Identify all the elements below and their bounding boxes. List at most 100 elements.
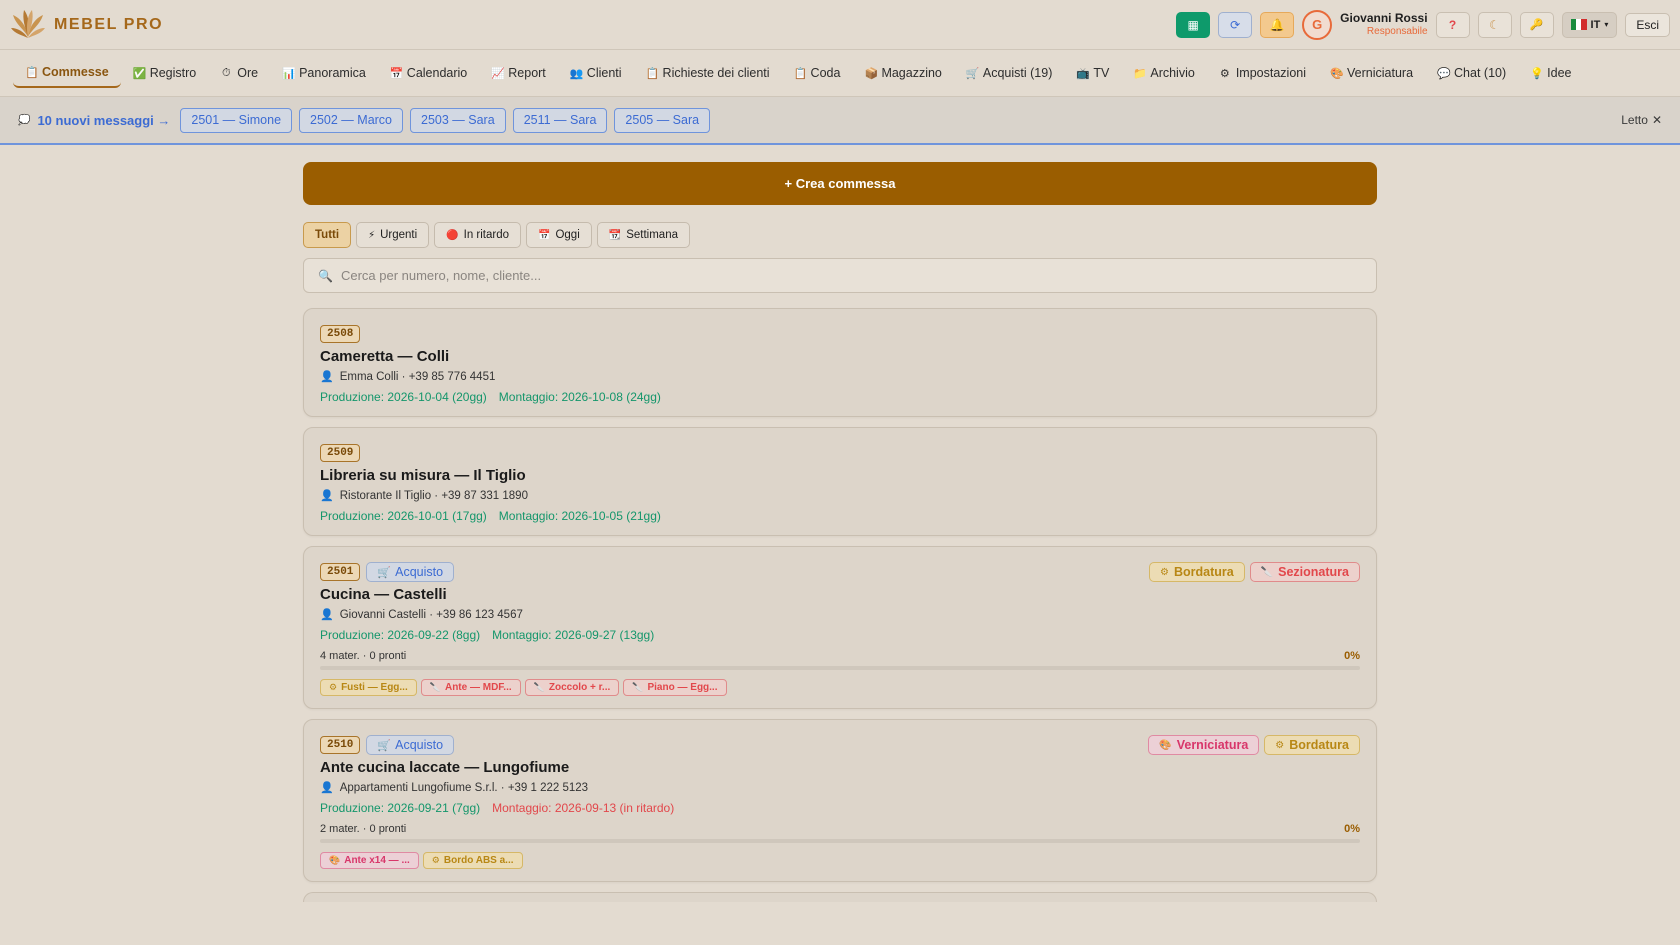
- message-chip[interactable]: 2501 — Simone: [180, 107, 293, 133]
- material-tag[interactable]: 🎨 Ante x14 — ...: [320, 852, 419, 869]
- material-tags: 🎨 Ante x14 — ... ⚙ Bordo ABS a...: [320, 852, 1360, 869]
- trend-icon: 📈: [491, 67, 505, 80]
- stage-label: Verniciatura: [1176, 738, 1249, 752]
- nav-item-label: Chat (10): [1454, 66, 1507, 80]
- purchase-badge[interactable]: 🛒 Acquisto: [366, 562, 455, 582]
- new-messages-link[interactable]: 10 nuovi messaggi →: [37, 113, 170, 128]
- nav-item-acquisti-19[interactable]: 🛒 Acquisti (19): [954, 59, 1064, 87]
- nav-item-clienti[interactable]: 👥 Clienti: [558, 59, 634, 87]
- language-select[interactable]: IT ▾: [1561, 11, 1618, 38]
- card-header: 2501 🛒 Acquisto ⚙ Bordatura 🔪 Sezionatura: [320, 561, 1360, 583]
- order-card[interactable]: 2510 🛒 Acquisto 🎨 Verniciatura ⚙ Bordatura Ante…: [303, 719, 1377, 882]
- materials-summary: 2 mater. · 0 pronti: [320, 823, 407, 835]
- nav-item-report[interactable]: 📈 Report: [479, 59, 558, 87]
- search-input[interactable]: [340, 268, 1362, 283]
- material-label: Fusti — Egg...: [341, 682, 408, 693]
- nav-item-commesse[interactable]: 📋 Commesse: [13, 58, 121, 88]
- progress-percent: 0%: [1344, 650, 1360, 662]
- clipboard-icon: 📋: [645, 67, 660, 80]
- material-tag[interactable]: ⚙ Fusti — Egg...: [320, 679, 417, 696]
- nav-item-label: Calendario: [406, 66, 468, 80]
- message-chip[interactable]: 2503 — Sara: [410, 107, 506, 133]
- top-bar: MEBEL PRO ▦ ⟳ 🔔 G Giovanni Rossi Respons…: [0, 0, 1680, 50]
- clipboard-icon: 📋: [793, 67, 808, 80]
- filter-tutti-button[interactable]: Tutti: [303, 222, 352, 248]
- order-card[interactable]: 2508 Cameretta — Colli 👤 Emma Colli · +39 8…: [303, 308, 1377, 417]
- nav-item-magazzino[interactable]: 📦 Magazzino: [852, 59, 953, 87]
- purchase-badge[interactable]: 🛒 Acquisto: [366, 735, 455, 755]
- nav-item-archivio[interactable]: 📁 Archivio: [1121, 59, 1206, 87]
- nav-item-chat-10[interactable]: 💬 Chat (10): [1425, 59, 1518, 87]
- client-info: 👤 Appartamenti Lungofiume S.r.l. · +39 1 …: [320, 781, 1360, 795]
- knife-icon: 🔪: [533, 682, 545, 692]
- nav-item-label: Idee: [1547, 66, 1572, 80]
- stage-label: Bordatura: [1289, 738, 1349, 752]
- mark-read-button[interactable]: Letto ✕: [1621, 113, 1662, 127]
- create-order-button[interactable]: + Crea commessa: [303, 162, 1377, 205]
- check-icon: ✅: [132, 67, 147, 80]
- nav-item-tv[interactable]: 📺 TV: [1064, 59, 1121, 87]
- person-icon: 👤: [320, 609, 334, 621]
- order-number: 2508: [320, 325, 361, 343]
- order-card[interactable]: 2509 Libreria su misura — Il Tiglio 👤 Risto…: [303, 427, 1377, 536]
- stage-label: Sezionatura: [1278, 565, 1349, 579]
- filter-urgenti-button[interactable]: ⚡ Urgenti: [356, 222, 430, 248]
- stage-label: Bordatura: [1173, 565, 1234, 579]
- filter-icon: ⚡: [368, 229, 376, 241]
- chevron-down-icon: ▾: [1604, 20, 1609, 29]
- nav-item-label: Report: [508, 66, 546, 80]
- bell-icon: 🔔: [1269, 17, 1285, 32]
- assembly-date: Montaggio: 2026-10-05 (21gg): [498, 509, 661, 523]
- logout-button[interactable]: Esci: [1625, 12, 1670, 37]
- nav-item-verniciatura[interactable]: 🎨 Verniciatura: [1318, 59, 1425, 87]
- order-card[interactable]: 2501 🛒 Acquisto ⚙ Bordatura 🔪 Sezionatura Cucin…: [303, 546, 1377, 709]
- help-button[interactable]: ?: [1435, 11, 1470, 38]
- knife-icon: 🔪: [429, 682, 441, 692]
- tv-icon: 📺: [1076, 67, 1091, 80]
- box-icon: 📦: [864, 67, 879, 80]
- material-tag[interactable]: 🔪 Piano — Egg...: [623, 679, 727, 696]
- material-tag[interactable]: ⚙ Bordo ABS a...: [422, 852, 523, 869]
- nav-item-impostazioni[interactable]: ⚙ Impostazioni: [1207, 59, 1318, 87]
- grid-button[interactable]: ▦: [1176, 11, 1211, 38]
- assembly-date: Montaggio: 2026-09-13 (in ritardo): [492, 801, 675, 815]
- card-header: 2510 🛒 Acquisto 🎨 Verniciatura ⚙ Bordatura: [320, 734, 1360, 756]
- avatar[interactable]: G: [1302, 9, 1333, 40]
- material-tag[interactable]: 🔪 Ante — MDF...: [420, 679, 521, 696]
- message-chip[interactable]: 2511 — Sara: [512, 107, 608, 133]
- filter-oggi-button[interactable]: 📅 Oggi: [526, 222, 592, 248]
- nav-item-panoramica[interactable]: 📊 Panoramica: [270, 59, 378, 87]
- card-header: 2509: [320, 442, 1360, 464]
- production-date: Produzione: 2026-09-21 (7gg): [320, 801, 481, 815]
- notifications-button[interactable]: 🔔: [1260, 11, 1295, 38]
- nav-item-idee[interactable]: 💡 Idee: [1518, 59, 1583, 87]
- message-chip[interactable]: 2502 — Marco: [299, 107, 404, 133]
- chat-icon: 💬: [1437, 67, 1451, 80]
- nav-item-richieste-dei-clienti[interactable]: 📋 Richieste dei clienti: [634, 59, 782, 87]
- bar-chart-icon: 📊: [282, 67, 296, 80]
- app-name: MEBEL PRO: [54, 15, 164, 33]
- filter-in-ritardo-button[interactable]: 🔴 In ritardo: [434, 222, 522, 248]
- nav-item-registro[interactable]: ✅ Registro: [121, 59, 209, 87]
- material-label: Ante — MDF...: [444, 682, 512, 693]
- user-info: Giovanni Rossi Responsabile: [1340, 11, 1427, 37]
- filter-settimana-button[interactable]: 📆 Settimana: [596, 222, 690, 248]
- logo[interactable]: MEBEL PRO: [10, 7, 163, 43]
- stage-badge: 🎨 Verniciatura: [1148, 735, 1260, 755]
- filter-icon: 📅: [538, 229, 551, 241]
- nav-item-calendario[interactable]: 📅 Calendario: [378, 59, 479, 87]
- key-button[interactable]: 🔑: [1519, 11, 1554, 38]
- order-dates: Produzione: 2026-10-01 (17gg) Montaggio: …: [320, 509, 1360, 523]
- italy-flag-icon: [1570, 19, 1587, 30]
- client-text: Emma Colli · +39 85 776 4451: [339, 370, 496, 383]
- theme-button[interactable]: ☾: [1477, 11, 1512, 38]
- gear-icon: ⚙: [1275, 739, 1285, 751]
- card-header: 2508: [320, 323, 1360, 345]
- nav-item-coda[interactable]: 📋 Coda: [782, 59, 853, 87]
- material-tag[interactable]: 🔪 Zoccolo + r...: [524, 679, 620, 696]
- refresh-button[interactable]: ⟳: [1218, 11, 1253, 38]
- nav-item-label: Impostazioni: [1235, 66, 1307, 80]
- message-chip[interactable]: 2505 — Sara: [614, 107, 711, 133]
- nav-item-ore[interactable]: ⏱ Ore: [208, 59, 270, 87]
- order-dates: Produzione: 2026-10-04 (20gg) Montaggio: …: [320, 390, 1360, 404]
